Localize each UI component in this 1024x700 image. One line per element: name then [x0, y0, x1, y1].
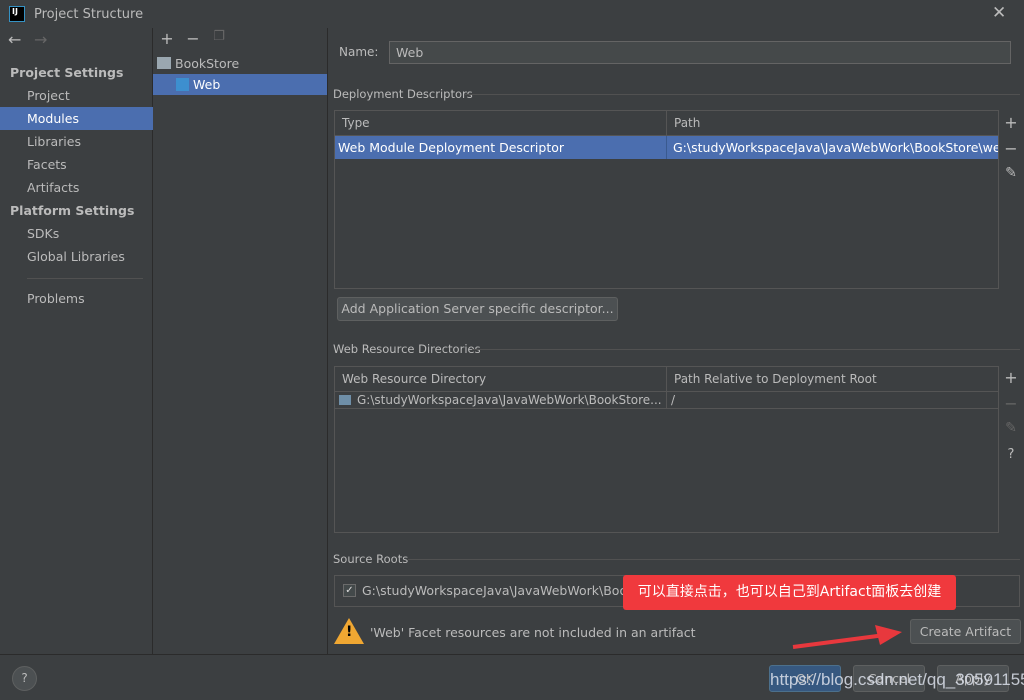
cell-relative-path: / — [666, 392, 675, 409]
forward-icon[interactable]: → — [34, 30, 47, 49]
deployment-table: Type Path Web Module Deployment Descript… — [334, 110, 999, 289]
create-artifact-button[interactable]: Create Artifact — [910, 619, 1021, 644]
warning-text: 'Web' Facet resources are not included i… — [370, 625, 696, 640]
remove-icon[interactable]: − — [1000, 139, 1022, 158]
sidebar-item-modules[interactable]: Modules — [0, 107, 153, 130]
tree-item-web[interactable]: Web — [153, 74, 327, 95]
add-descriptor-button[interactable]: Add Application Server specific descript… — [337, 297, 618, 321]
column-header-path[interactable]: Path — [666, 111, 700, 135]
project-settings-heading: Project Settings — [10, 65, 124, 80]
web-resource-table: Web Resource Directory Path Relative to … — [334, 366, 999, 533]
remove-icon[interactable]: − — [1000, 394, 1022, 413]
help-button[interactable]: ? — [12, 666, 37, 691]
divider — [465, 94, 1020, 95]
folder-icon — [339, 395, 351, 405]
name-input[interactable]: Web — [389, 41, 1011, 64]
folder-icon — [157, 57, 171, 69]
help-icon[interactable]: ? — [1000, 447, 1022, 462]
annotation-callout: 可以直接点击，也可以自己到Artifact面板去创建 — [623, 575, 956, 610]
name-label: Name: — [339, 45, 379, 59]
edit-icon[interactable]: ✎ — [1000, 165, 1022, 181]
sidebar-item-artifacts[interactable]: Artifacts — [0, 176, 153, 199]
close-icon[interactable]: ✕ — [992, 3, 1006, 23]
sidebar-item-facets[interactable]: Facets — [0, 153, 153, 176]
window-title: Project Structure — [34, 7, 144, 22]
module-tree: + − ❐ BookStore Web — [153, 28, 328, 654]
source-roots-title: Source Roots — [333, 552, 409, 566]
tree-item-bookstore[interactable]: BookStore — [153, 53, 327, 74]
add-icon[interactable]: + — [156, 29, 178, 48]
divider — [0, 654, 1024, 655]
sidebar-item-project[interactable]: Project — [0, 84, 153, 107]
table-header: Type Path — [335, 111, 998, 136]
table-row[interactable]: G:\studyWorkspaceJava\JavaWebWork\BookSt… — [335, 392, 998, 409]
tree-item-label: Web — [193, 77, 221, 92]
back-icon[interactable]: ← — [8, 30, 21, 49]
column-header-relative-path[interactable]: Path Relative to Deployment Root — [666, 367, 877, 391]
sidebar: ← → Project Settings Project Modules Lib… — [0, 28, 153, 654]
web-resource-title: Web Resource Directories — [333, 342, 481, 356]
tree-item-label: BookStore — [175, 56, 240, 71]
sidebar-item-sdks[interactable]: SDKs — [0, 222, 153, 245]
platform-settings-heading: Platform Settings — [10, 203, 135, 218]
add-icon[interactable]: + — [1000, 113, 1022, 132]
deployment-descriptors-title: Deployment Descriptors — [333, 87, 473, 101]
sidebar-item-problems[interactable]: Problems — [0, 287, 153, 310]
arrow-annotation — [792, 625, 902, 649]
checkbox[interactable]: ✓ — [343, 584, 356, 597]
cell-type: Web Module Deployment Descriptor — [338, 140, 565, 155]
table-row[interactable]: Web Module Deployment Descriptor G:\stud… — [335, 136, 998, 159]
divider — [472, 349, 1020, 350]
column-header-type[interactable]: Type — [342, 111, 370, 136]
web-module-icon — [176, 78, 189, 91]
divider — [27, 278, 143, 279]
watermark: https://blog.csdn.net/qq_30591155 — [770, 670, 1024, 689]
sidebar-item-global-libraries[interactable]: Global Libraries — [0, 245, 153, 268]
column-header-directory[interactable]: Web Resource Directory — [342, 367, 486, 392]
sidebar-item-libraries[interactable]: Libraries — [0, 130, 153, 153]
table-header: Web Resource Directory Path Relative to … — [335, 367, 998, 392]
remove-icon[interactable]: − — [182, 29, 204, 48]
intellij-logo: IJ — [9, 6, 25, 22]
divider — [408, 559, 1020, 560]
title-bar: IJ Project Structure ✕ — [0, 0, 1024, 28]
edit-icon[interactable]: ✎ — [1000, 420, 1022, 436]
cell-directory: G:\studyWorkspaceJava\JavaWebWork\BookSt… — [357, 393, 662, 407]
copy-icon[interactable]: ❐ — [208, 29, 230, 44]
cell-path: G:\studyWorkspaceJava\JavaWebWork\BookSt… — [666, 136, 998, 159]
add-icon[interactable]: + — [1000, 368, 1022, 387]
